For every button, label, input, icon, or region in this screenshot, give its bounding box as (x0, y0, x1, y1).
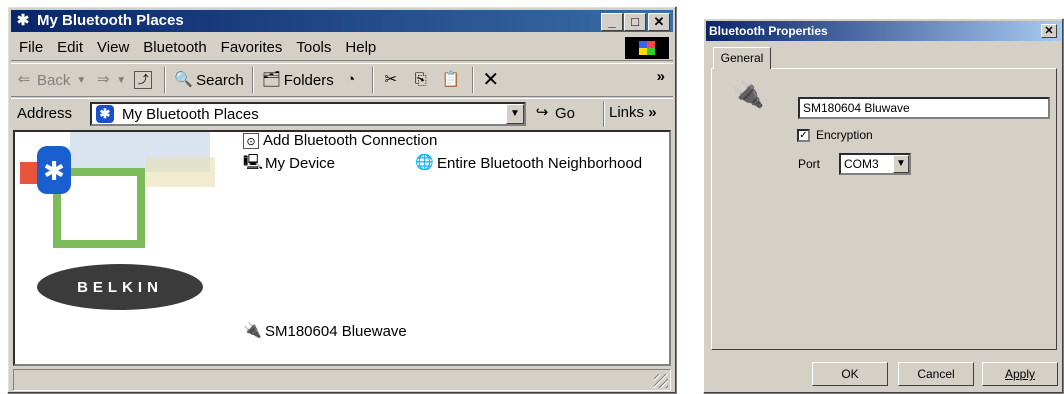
close-button[interactable]: ✕ (648, 13, 670, 31)
minimize-button[interactable]: _ (601, 13, 623, 31)
port-select[interactable]: COM3 ▼ (839, 153, 911, 175)
content-pane: ✱ BELKIN ⊙ Add Bluetooth Connection 🖳 My… (13, 130, 671, 366)
window-title: My Bluetooth Places (37, 12, 184, 29)
forward-arrow-icon: ⇒ (96, 71, 110, 88)
chevron-down-icon: ▼ (76, 74, 87, 86)
delete-button[interactable]: ✕ (482, 69, 504, 91)
encryption-label: Encryption (816, 128, 873, 142)
my-device-item[interactable]: 🖳 My Device (243, 154, 335, 172)
toolbar-separator (251, 67, 254, 93)
item-label: My Device (265, 154, 336, 172)
go-button[interactable]: ↪ Go (533, 104, 575, 122)
explorer-window: ✱ My Bluetooth Places _ □ ✕ File Edit Vi… (7, 6, 677, 394)
copy-icon: ⎘ (414, 71, 427, 88)
menu-view[interactable]: View (97, 39, 129, 56)
history-icon: ◔ (346, 71, 356, 88)
cut-button[interactable]: ✂ (382, 71, 404, 89)
port-label: Port (798, 157, 821, 171)
checkbox-check-icon: ✓ (797, 128, 810, 142)
forward-button[interactable]: ⇒ ▼ (94, 71, 126, 89)
windows-logo-icon (625, 37, 669, 59)
bluetooth-icon: ✱ (16, 12, 30, 29)
back-button[interactable]: ⇐ Back ▼ (15, 71, 87, 89)
search-icon: 🔍 (174, 71, 193, 88)
go-label: Go (555, 104, 576, 122)
explorer-title-bar[interactable]: ✱ My Bluetooth Places _ □ ✕ (11, 10, 673, 32)
address-input[interactable]: ✱ My Bluetooth Places ▼ (90, 102, 526, 126)
toolbar-separator (471, 67, 474, 93)
delete-x-icon: ✕ (482, 69, 500, 91)
item-label: Entire Bluetooth Neighborhood (437, 154, 643, 172)
serial-port-icon: 🔌 (243, 322, 262, 339)
address-value: My Bluetooth Places (122, 105, 259, 123)
encryption-checkbox[interactable]: ✓ Encryption (797, 128, 873, 142)
add-connection-icon: ⊙ (243, 132, 259, 149)
resize-grip[interactable] (654, 374, 668, 388)
links-button[interactable]: Links » (609, 104, 657, 121)
bluetooth-icon: ✱ (96, 105, 114, 123)
folders-button[interactable]: 🗂 Folders (262, 71, 334, 89)
folders-icon: 🗂 (261, 71, 281, 88)
menu-tools[interactable]: Tools (296, 39, 331, 56)
history-button[interactable]: ◔ (342, 71, 364, 89)
address-separator (603, 101, 605, 127)
links-label: Links (609, 104, 645, 121)
entire-bluetooth-neighborhood-item[interactable]: 🌐 Entire Bluetooth Neighborhood (415, 154, 642, 172)
bluetooth-properties-dialog: Bluetooth Properties ✕ General 🔌 SM18060… (703, 18, 1064, 394)
add-bluetooth-connection-item[interactable]: ⊙ Add Bluetooth Connection (243, 132, 437, 149)
menu-bluetooth[interactable]: Bluetooth (143, 39, 206, 56)
maximize-button[interactable]: □ (624, 13, 646, 31)
dialog-title-bar[interactable]: Bluetooth Properties ✕ (706, 21, 1061, 41)
up-folder-icon: ⤴ (134, 71, 153, 89)
device-name-input[interactable]: SM180604 Bluwave (798, 97, 1050, 119)
address-bar: Address ✱ My Bluetooth Places ▼ ↪ Go Lin… (11, 98, 673, 128)
tab-general[interactable]: General (713, 47, 771, 69)
apply-button[interactable]: Apply (982, 362, 1058, 386)
paste-icon: 📋 (441, 71, 461, 88)
item-label: SM180604 Bluewave (265, 322, 407, 340)
dialog-title: Bluetooth Properties (709, 24, 828, 38)
toolbar-separator (164, 67, 167, 93)
go-arrow-icon: ↪ (535, 104, 549, 121)
toolbar-overflow-chevron-icon[interactable]: » (657, 68, 665, 85)
bluewave-device-item[interactable]: 🔌 SM180604 Bluewave (243, 322, 407, 340)
back-label: Back (37, 71, 71, 89)
menu-file[interactable]: File (19, 39, 43, 56)
cancel-button[interactable]: Cancel (898, 362, 974, 386)
toolbar-separator (371, 67, 374, 93)
serial-port-icon: 🔌 (732, 79, 765, 109)
scissors-icon: ✂ (384, 71, 398, 88)
menu-favorites[interactable]: Favorites (221, 39, 283, 56)
menu-bar: File Edit View Bluetooth Favorites Tools… (11, 35, 673, 61)
links-chevron-icon: » (648, 104, 657, 121)
address-label: Address (17, 105, 73, 122)
status-bar (13, 369, 671, 391)
search-button[interactable]: 🔍 Search (174, 71, 244, 89)
search-label: Search (196, 71, 244, 89)
address-dropdown-button[interactable]: ▼ (506, 104, 524, 124)
menu-help[interactable]: Help (345, 39, 376, 56)
copy-button[interactable]: ⎘ (412, 71, 434, 89)
up-folder-button[interactable]: ⤴ (134, 71, 156, 89)
menu-edit[interactable]: Edit (57, 39, 83, 56)
folders-label: Folders (283, 71, 334, 89)
computer-icon: 🖳 (243, 154, 264, 171)
port-dropdown-button[interactable]: ▼ (893, 155, 909, 173)
bluetooth-banner-graphic: ✱ (20, 132, 215, 248)
belkin-logo: BELKIN (37, 264, 203, 310)
toolbar: ⇐ Back ▼ ⇒ ▼ ⤴ 🔍 Search 🗂 Folders ◔ ✂ ⎘ … (11, 63, 673, 97)
item-label: Add Bluetooth Connection (263, 132, 438, 149)
globe-bluetooth-icon: 🌐 (415, 154, 434, 171)
back-arrow-icon: ⇐ (17, 71, 31, 88)
paste-button[interactable]: 📋 (442, 71, 464, 89)
chevron-down-icon: ▼ (116, 74, 127, 86)
bluetooth-icon: ✱ (43, 157, 65, 187)
dialog-close-button[interactable]: ✕ (1041, 24, 1057, 38)
ok-button[interactable]: OK (812, 362, 888, 386)
